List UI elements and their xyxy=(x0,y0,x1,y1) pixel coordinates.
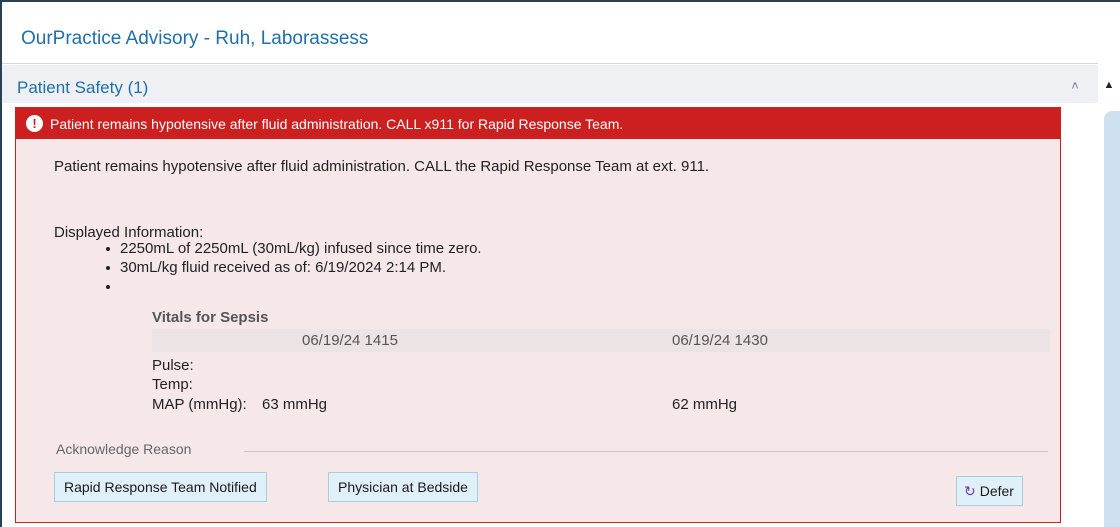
vitals-row-label-temp: Temp: xyxy=(152,376,193,393)
advisory-card: ! Patient remains hypotensive after flui… xyxy=(15,107,1061,523)
physician-at-bedside-button[interactable]: Physician at Bedside xyxy=(328,472,478,502)
scrollbar-thumb[interactable] xyxy=(1104,111,1120,527)
vitals-value-map-1415: 63 mmHg xyxy=(262,396,328,413)
section-title: Patient Safety (1) xyxy=(17,78,149,97)
acknowledge-reason-label: Acknowledge Reason xyxy=(56,441,192,457)
vitals-row-label-map: MAP (mmHg): xyxy=(152,396,247,413)
list-item xyxy=(106,277,482,296)
displayed-info-list: 2250mL of 2250mL (30mL/kg) infused since… xyxy=(106,239,482,296)
vitals-title: Vitals for Sepsis xyxy=(152,309,269,326)
list-item: 30mL/kg fluid received as of: 6/19/2024 … xyxy=(106,258,482,277)
list-item: 2250mL of 2250mL (30mL/kg) infused since… xyxy=(106,239,482,258)
rapid-response-team-notified-button[interactable]: Rapid Response Team Notified xyxy=(54,472,267,502)
defer-label: Defer xyxy=(979,483,1014,499)
advisory-header: ! Patient remains hypotensive after flui… xyxy=(16,108,1060,139)
divider xyxy=(244,451,1048,452)
window-title: OurPractice Advisory - Ruh, Laborassess xyxy=(21,28,369,49)
vitals-value-map-1430: 62 mmHg xyxy=(672,396,738,413)
advisory-message: Patient remains hypotensive after fluid … xyxy=(54,158,710,175)
vitals-header-row: 06/19/24 1415 06/19/24 1430 xyxy=(152,329,1050,352)
advisory-header-text: Patient remains hypotensive after fluid … xyxy=(50,116,624,132)
vitals-column-header: 06/19/24 1415 xyxy=(302,332,398,349)
exclamation-circle-icon: ! xyxy=(26,115,43,132)
vitals-column-header: 06/19/24 1430 xyxy=(672,332,768,349)
double-chevron-up-icon[interactable]: ˄ xyxy=(1068,79,1082,93)
defer-button[interactable]: ↻ Defer xyxy=(956,476,1023,506)
title-bar: OurPractice Advisory - Ruh, Laborassess xyxy=(2,2,1120,64)
defer-clock-icon: ↻ xyxy=(964,483,976,499)
vitals-row-label-pulse: Pulse: xyxy=(152,357,194,374)
section-header[interactable]: Patient Safety (1) xyxy=(2,65,1100,103)
scroll-up-arrow-icon[interactable]: ▲ xyxy=(1101,78,1117,92)
